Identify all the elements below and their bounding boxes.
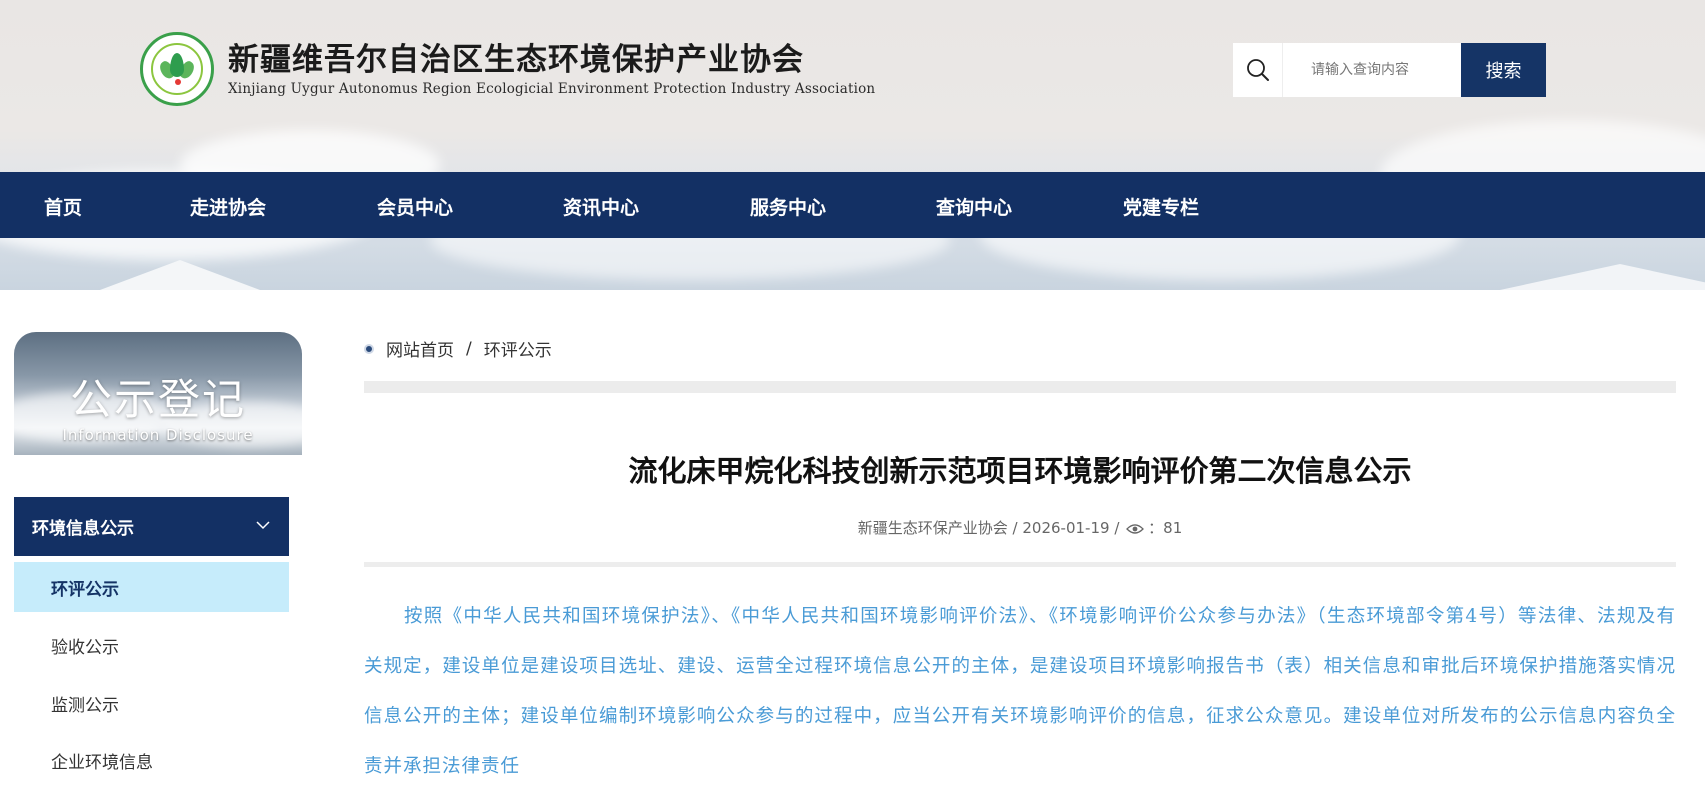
main-nav: 首页 走进协会 会员中心 资讯中心 服务中心 查询中心 党建专栏 [0, 172, 1705, 238]
article-views: ：81 [1148, 519, 1183, 537]
sidebar-item-monitoring-notice[interactable]: 监测公示 [14, 678, 289, 728]
sidebar-hero: 公示登记 Information Disclosure [14, 332, 302, 455]
search-input[interactable] [1283, 43, 1461, 97]
nav-item-about[interactable]: 走进协会 [190, 193, 266, 220]
article-title: 流化床甲烷化科技创新示范项目环境影响评价第二次信息公示 [628, 454, 1412, 488]
divider [364, 562, 1676, 567]
search-button[interactable]: 搜索 [1461, 43, 1546, 97]
banner-mountain [100, 260, 260, 290]
banner-mountain [1500, 264, 1705, 290]
breadcrumb-home[interactable]: 网站首页 [386, 336, 454, 361]
sidebar-hero-title: 公示登记 [69, 375, 246, 424]
sidebar-item-acceptance-notice[interactable]: 验收公示 [14, 620, 289, 670]
nav-item-party[interactable]: 党建专栏 [1123, 193, 1199, 220]
sidebar-hero-subtitle: Information Disclosure [62, 426, 254, 444]
article-body: 按照《中华人民共和国环境保护法》、《中华人民共和国环境影响评价法》、《环境影响评… [364, 606, 1676, 777]
nav-item-query[interactable]: 查询中心 [936, 193, 1012, 220]
article-date: 2026-01-19 [1022, 519, 1110, 537]
sidebar-section-header[interactable]: 环境信息公示 [14, 497, 289, 556]
sidebar-item-eia-notice[interactable]: 环评公示 [14, 562, 289, 612]
org-name-en: Xinjiang Uygur Autonomus Region Ecologic… [228, 80, 876, 97]
header-banner: 新疆维吾尔自治区生态环境保护产业协会 Xinjiang Uygur Autono… [0, 0, 1705, 290]
chevron-down-icon [255, 517, 271, 538]
search-icon[interactable] [1233, 43, 1283, 97]
sidebar-section-label: 环境信息公示 [32, 519, 134, 539]
association-emblem-icon [140, 32, 214, 106]
search-bar: 搜索 [1233, 43, 1546, 97]
breadcrumb-dot-icon [364, 343, 374, 354]
nav-item-members[interactable]: 会员中心 [377, 193, 453, 220]
article-meta: 新疆生态环保产业协会 / 2026-01-19 / ：81 [857, 519, 1183, 539]
nav-item-services[interactable]: 服务中心 [750, 193, 826, 220]
breadcrumb-separator: / [466, 338, 472, 359]
article-source: 新疆生态环保产业协会 [857, 519, 1008, 537]
eye-icon [1126, 521, 1145, 539]
nav-item-news[interactable]: 资讯中心 [563, 193, 639, 220]
site-logo[interactable]: 新疆维吾尔自治区生态环境保护产业协会 Xinjiang Uygur Autono… [140, 32, 875, 106]
nav-item-home[interactable]: 首页 [44, 193, 82, 220]
sidebar-item-enterprise-info[interactable]: 企业环境信息 [14, 735, 289, 785]
org-name-cn: 新疆维吾尔自治区生态环境保护产业协会 [228, 41, 804, 78]
divider [364, 381, 1676, 393]
breadcrumb: 网站首页 / 环评公示 [364, 336, 552, 361]
breadcrumb-current[interactable]: 环评公示 [484, 336, 552, 361]
